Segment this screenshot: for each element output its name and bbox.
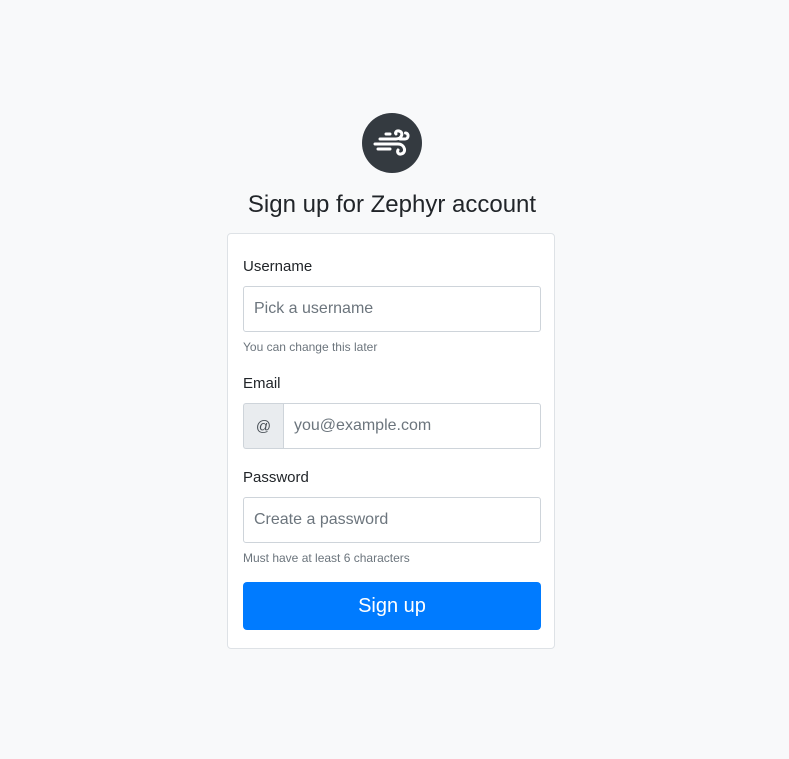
- password-help-text: Must have at least 6 characters: [243, 551, 410, 565]
- sign-up-button[interactable]: Sign up: [243, 582, 541, 630]
- page-title: Sign up for Zephyr account: [247, 191, 537, 218]
- wind-icon: [373, 129, 410, 156]
- password-label: Password: [243, 469, 309, 486]
- logo: [362, 113, 422, 173]
- username-label: Username: [243, 258, 313, 275]
- username-help-text: You can change this later: [243, 340, 378, 354]
- username-input[interactable]: [243, 286, 541, 332]
- signup-page: Sign up for Zephyr account Username You …: [0, 0, 789, 759]
- email-input-group: @: [243, 403, 541, 449]
- email-input[interactable]: [283, 403, 541, 449]
- signup-form: Username You can change this later Email…: [227, 233, 555, 649]
- password-input[interactable]: [243, 497, 541, 543]
- at-sign-addon: @: [243, 403, 283, 449]
- email-label: Email: [243, 375, 281, 392]
